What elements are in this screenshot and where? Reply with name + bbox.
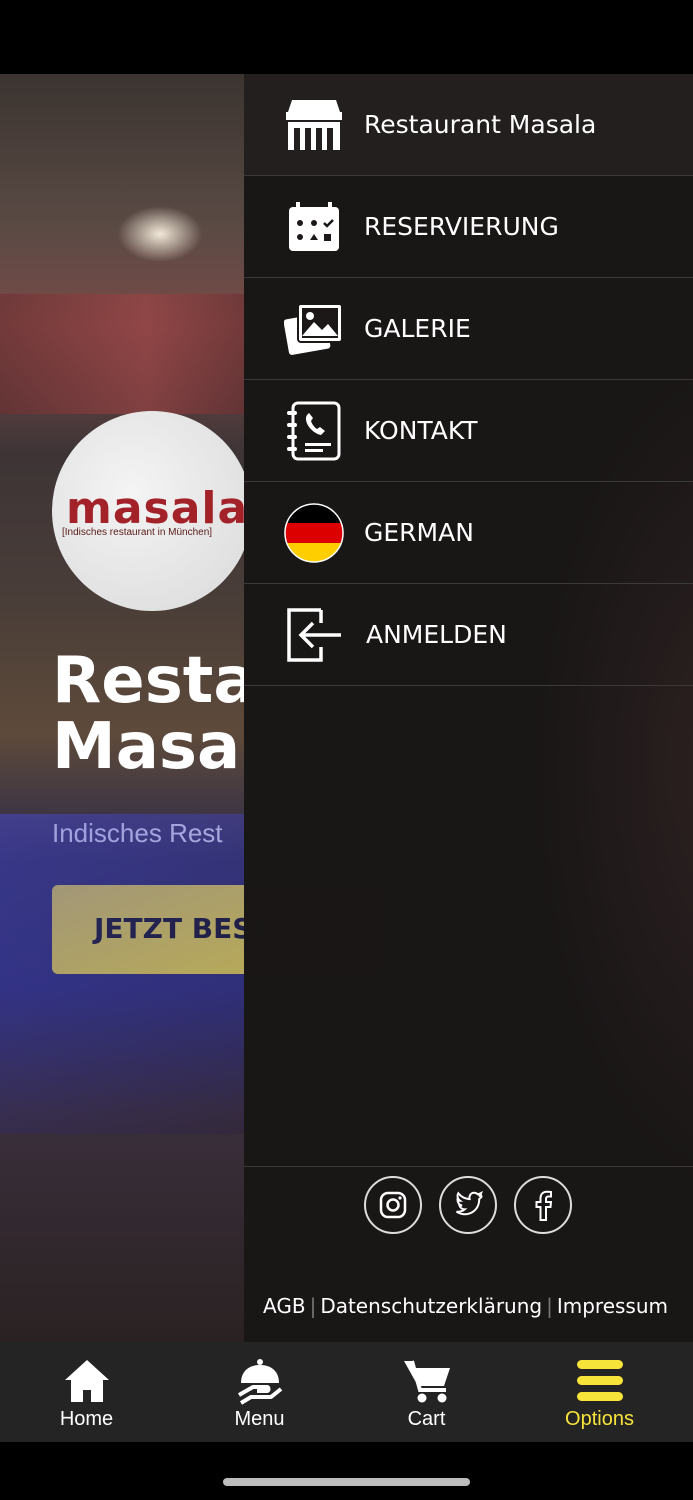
nav-options[interactable]: Options bbox=[513, 1342, 686, 1442]
nav-home-label: Home bbox=[59, 1408, 114, 1430]
footer-separator: | bbox=[546, 1294, 553, 1318]
cloche-icon bbox=[237, 1356, 283, 1406]
nav-menu-label: Menu bbox=[234, 1408, 285, 1430]
agb-link[interactable]: AGB bbox=[263, 1294, 306, 1318]
drawer-item-login[interactable]: ANMELDEN bbox=[244, 584, 693, 686]
hero-subtitle: Indisches Rest bbox=[52, 818, 223, 848]
home-indicator-area bbox=[0, 1442, 693, 1500]
nav-options-label: Options bbox=[565, 1408, 634, 1430]
facebook-icon[interactable] bbox=[514, 1176, 572, 1234]
side-drawer: Restaurant Masala RESERVIERUNG GALERIE K… bbox=[244, 74, 693, 1342]
instagram-icon[interactable] bbox=[364, 1176, 422, 1234]
imprint-link[interactable]: Impressum bbox=[557, 1294, 668, 1318]
drawer-item-contact[interactable]: KONTAKT bbox=[244, 380, 693, 482]
nav-cart-label: Cart bbox=[407, 1408, 446, 1430]
footer-links: AGB | Datenschutzerklärung | Impressum bbox=[263, 1294, 668, 1318]
contact-icon bbox=[284, 401, 344, 461]
drawer-divider bbox=[244, 1166, 693, 1167]
drawer-item-label: ANMELDEN bbox=[366, 620, 507, 649]
restaurant-logo: masala [Indisches restaurant in München] bbox=[52, 411, 252, 611]
drawer-item-gallery[interactable]: GALERIE bbox=[244, 278, 693, 380]
germany-flag-icon bbox=[284, 502, 344, 563]
privacy-link[interactable]: Datenschutzerklärung bbox=[320, 1294, 542, 1318]
nav-home[interactable]: Home bbox=[0, 1342, 173, 1442]
drawer-item-restaurant[interactable]: Restaurant Masala bbox=[244, 74, 693, 176]
drawer-item-label: KONTAKT bbox=[364, 416, 478, 445]
drawer-item-label: GERMAN bbox=[364, 518, 474, 547]
status-bar bbox=[0, 0, 693, 74]
footer-separator: | bbox=[309, 1294, 317, 1318]
calendar-icon bbox=[284, 197, 344, 257]
nav-menu[interactable]: Menu bbox=[173, 1342, 346, 1442]
bottom-navigation: Home Menu Cart Options bbox=[0, 1342, 693, 1442]
home-indicator[interactable] bbox=[223, 1478, 470, 1486]
logo-tagline: [Indisches restaurant in München] bbox=[62, 527, 213, 538]
gallery-icon bbox=[284, 299, 344, 359]
cart-icon bbox=[402, 1356, 452, 1406]
nav-cart[interactable]: Cart bbox=[340, 1342, 513, 1442]
login-icon bbox=[284, 605, 344, 665]
store-icon bbox=[284, 95, 344, 155]
home-icon bbox=[63, 1356, 111, 1406]
hamburger-icon bbox=[575, 1356, 625, 1406]
drawer-item-label: Restaurant Masala bbox=[364, 110, 597, 139]
drawer-item-reservation[interactable]: RESERVIERUNG bbox=[244, 176, 693, 278]
twitter-icon[interactable] bbox=[439, 1176, 497, 1234]
drawer-item-label: GALERIE bbox=[364, 314, 471, 343]
drawer-item-label: RESERVIERUNG bbox=[364, 212, 559, 241]
drawer-item-language[interactable]: GERMAN bbox=[244, 482, 693, 584]
